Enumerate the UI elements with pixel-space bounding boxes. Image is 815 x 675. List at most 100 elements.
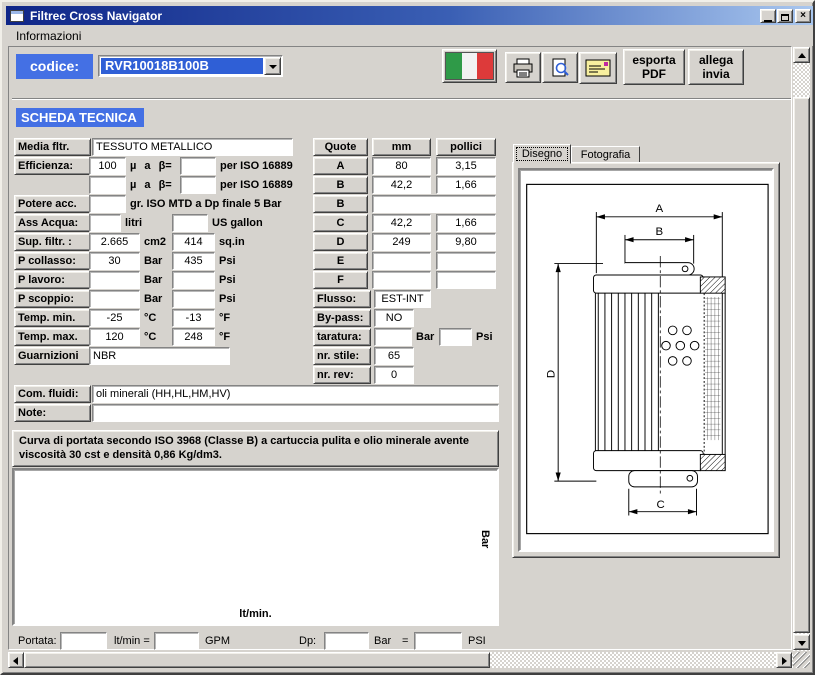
unit-taratura-bar: Bar <box>416 328 434 346</box>
label-flusso: Flusso: <box>313 290 371 308</box>
unit-dp-psi: PSI <box>468 632 486 650</box>
field-dp-psi[interactable] <box>414 632 462 650</box>
print-preview-button[interactable] <box>542 52 578 83</box>
quote-e-mm[interactable] <box>372 252 431 270</box>
unit-taratura-psi: Psi <box>476 328 493 346</box>
tab-disegno[interactable]: Disegno <box>513 144 571 164</box>
unit-dp-bar: Bar <box>374 632 391 650</box>
field-temp-max-c[interactable]: 120 <box>89 328 140 346</box>
quote-f-pollici[interactable] <box>436 271 496 289</box>
unit-cm2: cm2 <box>144 233 166 251</box>
field-ass-acqua-gallon[interactable] <box>172 214 208 232</box>
app-icon[interactable] <box>10 10 24 22</box>
field-note[interactable] <box>92 404 499 422</box>
quote-c-mm[interactable]: 42,2 <box>372 214 431 232</box>
language-flag-button[interactable] <box>442 49 497 83</box>
quote-f-mm[interactable] <box>372 271 431 289</box>
field-efficienza-beta-2[interactable] <box>180 176 216 194</box>
field-p-scoppio-psi[interactable] <box>172 290 215 308</box>
field-guarnizioni[interactable]: NBR <box>89 347 230 365</box>
quote-a-pollici[interactable]: 3,15 <box>436 157 496 175</box>
quote-b-mm[interactable]: 42,2 <box>372 176 431 194</box>
field-media-fltr[interactable]: TESSUTO METALLICO <box>92 138 293 156</box>
quote-b2-wide[interactable] <box>372 195 496 213</box>
field-p-lavoro-psi[interactable] <box>172 271 215 289</box>
horizontal-scroll-thumb[interactable] <box>24 652 490 668</box>
field-p-collasso-bar[interactable]: 30 <box>89 252 140 270</box>
quote-row-f-label: F <box>313 271 368 289</box>
quote-e-pollici[interactable] <box>436 252 496 270</box>
codice-combobox[interactable]: RVR10018B100B <box>98 55 283 77</box>
scroll-up-button[interactable] <box>793 47 810 63</box>
vertical-scroll-thumb[interactable] <box>793 97 810 633</box>
field-bypass[interactable]: NO <box>374 309 414 327</box>
label-efficienza: Efficienza: <box>14 157 91 175</box>
quote-a-mm[interactable]: 80 <box>372 157 431 175</box>
unit-sqin: sq.in <box>219 233 245 251</box>
field-portata-ltmin[interactable] <box>60 632 107 650</box>
maximize-button[interactable] <box>777 9 793 23</box>
quote-d-mm[interactable]: 249 <box>372 233 431 251</box>
unit-temp-max-f: °F <box>219 328 230 346</box>
unit-litri: litri <box>125 214 142 232</box>
label-temp-min: Temp. min. <box>14 309 91 327</box>
label-potere-acc: Potere acc. <box>14 195 91 213</box>
field-taratura-psi[interactable] <box>439 328 472 346</box>
field-sup-filtr-cm2[interactable]: 2.665 <box>89 233 140 251</box>
mail-icon <box>585 58 611 78</box>
field-ass-acqua-litri[interactable] <box>89 214 121 232</box>
app-window: Filtrec Cross Navigator × Informazioni c… <box>0 0 815 675</box>
minimize-button[interactable] <box>760 9 776 23</box>
quote-b-pollici[interactable]: 1,66 <box>436 176 496 194</box>
quote-c-pollici[interactable]: 1,66 <box>436 214 496 232</box>
text-per-iso-1: per ISO 16889 <box>220 157 293 175</box>
field-efficienza-micron-1[interactable]: 100 <box>89 157 126 175</box>
field-taratura-bar[interactable] <box>374 328 412 346</box>
scroll-left-button[interactable] <box>8 652 24 668</box>
vertical-scrollbar[interactable] <box>793 47 810 651</box>
label-p-scoppio: P scoppio: <box>14 290 91 308</box>
field-sup-filtr-sqin[interactable]: 414 <box>172 233 215 251</box>
section-title: SCHEDA TECNICA <box>16 108 144 127</box>
attach-send-label-2: invia <box>702 67 729 81</box>
field-temp-min-c[interactable]: -25 <box>89 309 140 327</box>
unit-p-lavoro-psi: Psi <box>219 271 236 289</box>
tab-fotografia[interactable]: Fotografia <box>571 146 640 163</box>
email-button[interactable] <box>579 52 617 84</box>
quote-d-pollici[interactable]: 9,80 <box>436 233 496 251</box>
field-flusso[interactable]: EST-INT <box>374 290 431 308</box>
field-p-collasso-psi[interactable]: 435 <box>172 252 215 270</box>
field-com-fluidi[interactable]: oli minerali (HH,HL,HM,HV) <box>92 385 499 403</box>
resize-grip[interactable] <box>793 652 810 668</box>
scroll-down-button[interactable] <box>793 634 810 650</box>
window-title: Filtrec Cross Navigator <box>30 9 162 23</box>
combo-dropdown-button[interactable] <box>264 57 281 75</box>
close-button[interactable]: × <box>795 9 811 23</box>
portata-label: Portata: <box>18 632 57 650</box>
field-efficienza-beta-1[interactable] <box>180 157 216 175</box>
label-temp-max: Temp. max. <box>14 328 91 346</box>
field-nr-rev[interactable]: 0 <box>374 366 414 384</box>
field-dp-bar[interactable] <box>324 632 369 650</box>
field-temp-max-f[interactable]: 248 <box>172 328 215 346</box>
field-p-scoppio-bar[interactable] <box>89 290 140 308</box>
chevron-down-icon <box>269 65 277 73</box>
field-nr-stile[interactable]: 65 <box>374 347 414 365</box>
arrow-right-icon <box>782 657 787 665</box>
unit-p-lavoro-bar: Bar <box>144 271 162 289</box>
label-com-fluidi: Com. fluidi: <box>14 385 91 403</box>
preview-icon <box>549 58 571 78</box>
attach-send-button[interactable]: allega invia <box>688 49 744 85</box>
scroll-right-button[interactable] <box>776 652 792 668</box>
field-portata-gpm[interactable] <box>154 632 199 650</box>
menu-informazioni[interactable]: Informazioni <box>12 27 85 45</box>
field-p-lavoro-bar[interactable] <box>89 271 140 289</box>
field-efficienza-micron-2[interactable] <box>89 176 126 194</box>
chart-header: Curva di portata secondo ISO 3968 (Class… <box>12 430 499 467</box>
export-pdf-button[interactable]: esporta PDF <box>623 49 685 85</box>
field-temp-min-f[interactable]: -13 <box>172 309 215 327</box>
horizontal-scrollbar[interactable] <box>8 652 793 668</box>
field-potere-acc[interactable] <box>89 195 126 213</box>
flow-chart-area: Bar lt/min. <box>12 468 499 626</box>
print-button[interactable] <box>505 52 541 83</box>
